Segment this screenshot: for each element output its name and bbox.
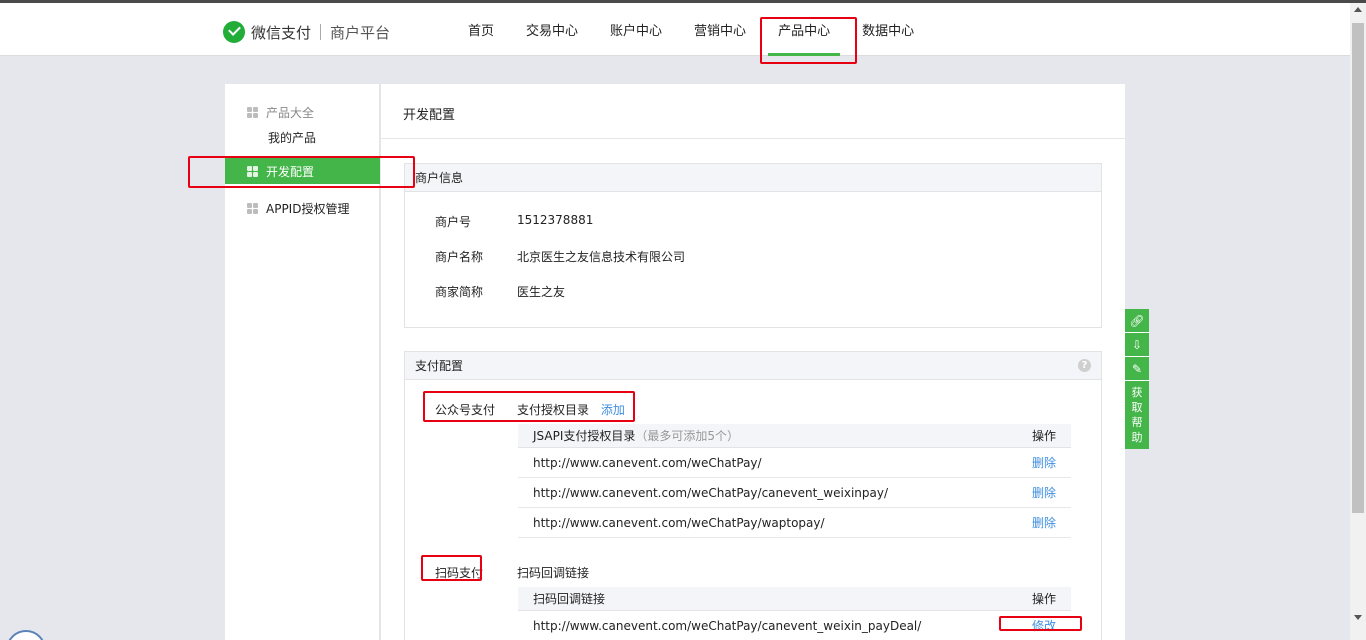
table-header-label: JSAPI支付授权目录 xyxy=(533,429,636,443)
callback-url: http://www.canevent.com/weChatPay/caneve… xyxy=(533,619,922,633)
merchant-id-value: 1512378881 xyxy=(517,213,594,227)
nav-marketing[interactable]: 营销中心 xyxy=(678,3,762,56)
sidebar-item-dev-config[interactable]: 开发配置 xyxy=(225,158,380,184)
help-char: 帮 xyxy=(1131,416,1143,429)
get-help-button[interactable]: 获 取 帮 助 xyxy=(1125,381,1149,449)
table-header-op: 操作 xyxy=(1031,592,1056,606)
native-pay-label: 扫码支付 xyxy=(435,566,484,580)
table-row: http://www.canevent.com/weChatPay/waptop… xyxy=(518,508,1071,538)
grid-icon xyxy=(247,203,258,214)
native-callback-table: 扫码回调链接 操作 http://www.canevent.com/weChat… xyxy=(518,587,1071,640)
grid-icon xyxy=(247,107,258,118)
merchant-short-name-row: 商家简称 医生之友 xyxy=(435,283,565,300)
chat-widget-icon[interactable] xyxy=(6,630,46,640)
panel-title: 支付配置 xyxy=(405,352,1101,380)
native-callback-title: 扫码回调链接 xyxy=(517,566,590,580)
nav-home[interactable]: 首页 xyxy=(452,3,510,56)
jsapi-dir-label: 支付授权目录 xyxy=(517,403,590,417)
help-char: 获 xyxy=(1131,386,1143,399)
sidebar-group-label: 产品大全 xyxy=(266,106,315,120)
field-label: 商户名称 xyxy=(435,250,484,264)
table-row: http://www.canevent.com/weChatPay/caneve… xyxy=(518,611,1071,640)
wechat-pay-icon xyxy=(223,21,245,43)
link-icon[interactable]: 🔗︎ xyxy=(1125,309,1149,333)
panel-title: 商户信息 xyxy=(405,164,1101,192)
delete-link[interactable]: 删除 xyxy=(1032,448,1056,477)
sidebar-group-all-products[interactable]: 产品大全 xyxy=(247,104,314,121)
help-char: 取 xyxy=(1131,401,1143,414)
help-icon[interactable]: ? xyxy=(1078,359,1091,372)
sidebar-item-label: APPID授权管理 xyxy=(266,202,350,216)
merchant-name-value: 北京医生之友信息技术有限公司 xyxy=(517,250,686,264)
payment-config-panel: 支付配置 ? 公众号支付 支付授权目录 添加 JSAPI支付授权目录（最多可添加… xyxy=(404,351,1102,640)
dir-url: http://www.canevent.com/weChatPay/ xyxy=(533,456,762,470)
table-header-title: 扫码回调链接 xyxy=(533,592,606,606)
table-header-title: JSAPI支付授权目录（最多可添加5个） xyxy=(533,424,739,447)
nav-transactions[interactable]: 交易中心 xyxy=(510,3,594,56)
sidebar: 产品大全 我的产品 开发配置 APPID授权管理 xyxy=(225,84,380,640)
sidebar-item-appid[interactable]: APPID授权管理 xyxy=(247,200,349,217)
delete-link[interactable]: 删除 xyxy=(1032,508,1056,537)
vertical-scrollbar[interactable] xyxy=(1350,3,1366,640)
field-label: 商家简称 xyxy=(435,285,484,299)
dir-url: http://www.canevent.com/weChatPay/caneve… xyxy=(533,486,888,500)
nav-data[interactable]: 数据中心 xyxy=(846,3,930,56)
table-row: http://www.canevent.com/weChatPay/ 删除 xyxy=(518,448,1071,478)
brand-logo[interactable]: 微信支付 商户平台 xyxy=(223,21,390,43)
scroll-down-icon[interactable] xyxy=(1354,615,1362,620)
sidebar-item-my-products[interactable]: 我的产品 xyxy=(268,129,316,146)
table-header-op: 操作 xyxy=(1031,429,1056,443)
scroll-up-icon[interactable] xyxy=(1354,7,1362,12)
divider xyxy=(381,138,1125,139)
nav-account[interactable]: 账户中心 xyxy=(594,3,678,56)
floating-toolbar: 🔗︎ ⇩ ✎ 获 取 帮 助 xyxy=(1125,309,1149,449)
dir-url: http://www.canevent.com/weChatPay/waptop… xyxy=(533,516,825,530)
merchant-short-name-value: 医生之友 xyxy=(517,285,566,299)
jsapi-pay-label: 公众号支付 xyxy=(435,403,496,417)
edit-link[interactable]: 修改 xyxy=(1032,611,1056,640)
help-char: 助 xyxy=(1131,431,1143,444)
grid-icon xyxy=(247,165,258,177)
merchant-info-panel: 商户信息 商户号 1512378881 商户名称 北京医生之友信息技术有限公司 … xyxy=(404,163,1102,328)
table-row: http://www.canevent.com/weChatPay/caneve… xyxy=(518,478,1071,508)
table-header-note: （最多可添加5个） xyxy=(635,429,740,443)
merchant-name-row: 商户名称 北京医生之友信息技术有限公司 xyxy=(435,248,685,265)
jsapi-dir-title: 支付授权目录 添加 xyxy=(517,401,625,418)
sidebar-item-label: 开发配置 xyxy=(266,164,315,179)
delete-link[interactable]: 删除 xyxy=(1032,478,1056,507)
top-nav: 首页 交易中心 账户中心 营销中心 产品中心 数据中心 xyxy=(452,3,930,56)
page-title: 开发配置 xyxy=(403,108,456,123)
table-header: 扫码回调链接 操作 xyxy=(518,587,1071,611)
header: 微信支付 商户平台 首页 交易中心 账户中心 营销中心 产品中心 数据中心 xyxy=(0,3,1350,56)
jsapi-dir-table: JSAPI支付授权目录（最多可添加5个） 操作 http://www.canev… xyxy=(518,424,1071,538)
nav-products[interactable]: 产品中心 xyxy=(762,3,846,56)
brand-subtitle: 商户平台 xyxy=(330,23,391,42)
table-header: JSAPI支付授权目录（最多可添加5个） 操作 xyxy=(518,424,1071,448)
merchant-id-row: 商户号 1512378881 xyxy=(435,213,593,230)
download-icon[interactable]: ⇩ xyxy=(1125,333,1149,357)
edit-icon[interactable]: ✎ xyxy=(1125,357,1149,381)
add-jsapi-dir-link[interactable]: 添加 xyxy=(601,403,625,417)
scroll-thumb[interactable] xyxy=(1352,23,1364,513)
main-content: 开发配置 商户信息 商户号 1512378881 商户名称 北京医生之友信息技术… xyxy=(381,84,1125,640)
brand-divider xyxy=(320,24,322,40)
brand-name: 微信支付 xyxy=(251,23,312,42)
field-label: 商户号 xyxy=(435,215,472,229)
